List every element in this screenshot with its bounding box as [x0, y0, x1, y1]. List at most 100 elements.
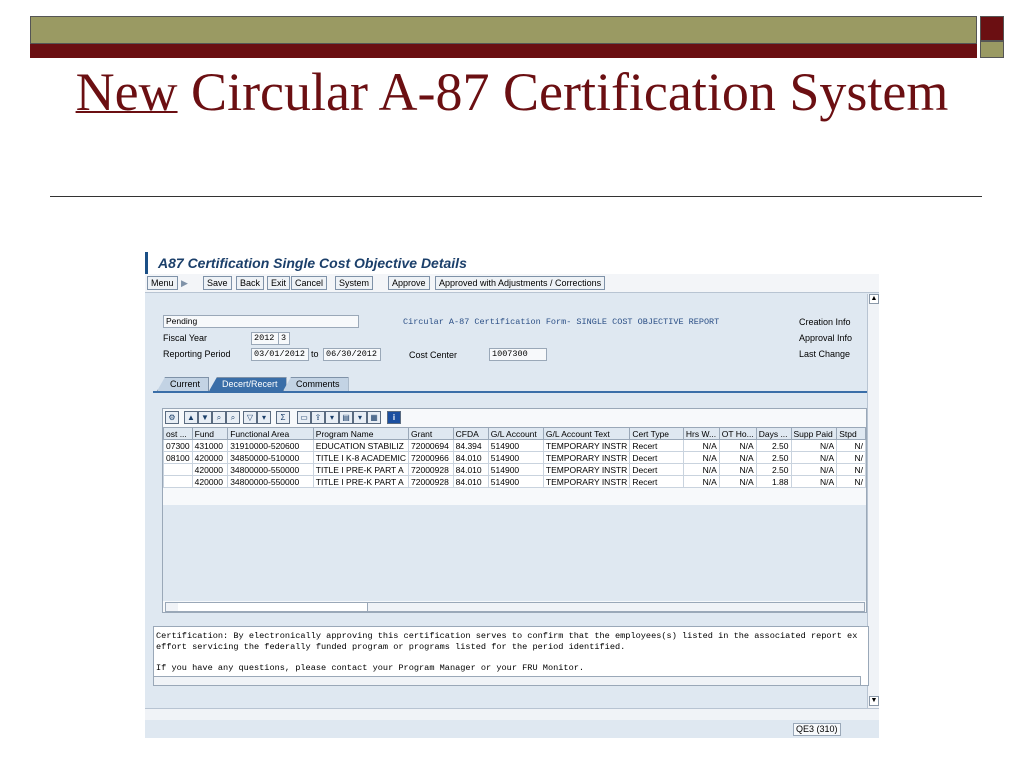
table-cell: TEMPORARY INSTR: [542, 439, 631, 452]
toolbar-separator: ▶: [181, 278, 188, 288]
tab-decert-recert[interactable]: Decert/Recert: [209, 377, 287, 391]
details-icon[interactable]: ⚙: [165, 411, 179, 424]
table-row[interactable]: 07300 431000 31910000-520600 EDUCATION S…: [163, 439, 866, 452]
column-header[interactable]: Stpd: [836, 427, 866, 440]
system-status: QE3 (310): [793, 723, 841, 736]
creation-info-link[interactable]: Creation Info: [799, 316, 851, 328]
table-cell: TEMPORARY INSTR: [542, 463, 631, 476]
info-icon[interactable]: i: [387, 411, 401, 424]
table-cell: 420000: [191, 475, 229, 488]
system-button[interactable]: System: [335, 276, 374, 290]
column-header[interactable]: Program Name: [312, 427, 410, 440]
table-cell: 72000966: [408, 451, 454, 464]
grid-scroll-thumb[interactable]: [178, 603, 368, 611]
last-change-link[interactable]: Last Change: [799, 348, 850, 360]
table-cell: N/A: [682, 439, 720, 452]
export-menu-icon[interactable]: ▾: [325, 411, 339, 424]
fiscal-period-field[interactable]: 3: [278, 332, 290, 345]
exit-button[interactable]: Exit: [267, 276, 291, 290]
approval-info-link[interactable]: Approval Info: [799, 332, 852, 344]
export-icon[interactable]: ⇪: [311, 411, 325, 424]
tab-underline: [153, 391, 867, 393]
table-cell: N/A: [682, 451, 720, 464]
column-header[interactable]: Grant: [408, 427, 454, 440]
layout-menu-icon[interactable]: ▾: [353, 411, 367, 424]
sort-descending-icon[interactable]: ▼: [198, 411, 212, 424]
certification-line-1: Certification: By electronically approvi…: [156, 631, 858, 641]
table-cell: Decert: [629, 463, 684, 476]
table-cell: 431000: [191, 439, 229, 452]
certification-line-2: effort servicing the federally funded pr…: [156, 641, 626, 652]
period-from-field[interactable]: 03/01/2012: [251, 348, 309, 361]
column-header[interactable]: CFDA: [452, 427, 489, 440]
approve-with-adjustments-button[interactable]: Approved with Adjustments / Corrections: [435, 276, 606, 290]
column-header[interactable]: Supp Paid: [790, 427, 838, 440]
table-cell: Decert: [629, 451, 684, 464]
column-header[interactable]: Cert Type: [629, 427, 684, 440]
slide-corner-square: [980, 16, 1004, 41]
scroll-down-arrow-icon[interactable]: ▼: [869, 696, 879, 706]
tab-comments[interactable]: Comments: [283, 377, 349, 391]
table-cell: 2.50: [755, 451, 792, 464]
sum-icon[interactable]: Σ: [276, 411, 290, 424]
title-rule: [50, 196, 982, 197]
find-icon[interactable]: ⌕: [212, 411, 226, 424]
cost-center-label: Cost Center: [409, 350, 458, 360]
grid-view-icon[interactable]: ▦: [367, 411, 381, 424]
column-header[interactable]: OT Ho...: [718, 427, 757, 440]
table-cell: TITLE I PRE-K PART A: [312, 475, 410, 488]
table-cell: Recert: [629, 439, 684, 452]
table-cell: 2.50: [755, 463, 792, 476]
fiscal-year-label: Fiscal Year: [163, 333, 208, 343]
table-cell: Recert: [629, 475, 684, 488]
table-cell: N/A: [790, 451, 838, 464]
tab-current[interactable]: Current: [157, 377, 210, 391]
table-cell: EDUCATION STABILIZ: [312, 439, 410, 452]
sap-title-area: A87 Certification Single Cost Objective …: [145, 252, 879, 274]
column-header[interactable]: G/L Account: [487, 427, 544, 440]
table-cell: [163, 475, 193, 488]
find-next-icon[interactable]: ⌕: [226, 411, 240, 424]
reporting-period-label: Reporting Period: [163, 349, 231, 359]
approve-button[interactable]: Approve: [388, 276, 430, 290]
save-button[interactable]: Save: [203, 276, 232, 290]
slide-top-stripe: [30, 44, 977, 58]
table-cell: TITLE I PRE-K PART A: [312, 463, 410, 476]
column-header[interactable]: Days ...: [755, 427, 792, 440]
table-cell: N/: [836, 463, 866, 476]
cost-center-field[interactable]: 1007300: [489, 348, 547, 361]
filter-icon[interactable]: ▽: [243, 411, 257, 424]
layout-icon[interactable]: ▤: [339, 411, 353, 424]
grid-horizontal-scrollbar[interactable]: [165, 602, 865, 612]
table-row[interactable]: 08100 420000 34850000-510000 TITLE I K-8…: [163, 451, 866, 464]
table-cell: N/A: [682, 463, 720, 476]
column-header[interactable]: ost ...: [163, 427, 193, 440]
table-row[interactable]: 420000 34800000-550000 TITLE I PRE-K PAR…: [163, 463, 866, 476]
menu-button[interactable]: Menu: [147, 276, 178, 290]
column-header[interactable]: G/L Account Text: [542, 427, 631, 440]
form-title: Circular A-87 Certification Form- SINGLE…: [403, 317, 720, 327]
to-label: to: [311, 349, 319, 359]
table-row[interactable]: 420000 34800000-550000 TITLE I PRE-K PAR…: [163, 475, 866, 488]
column-header[interactable]: Functional Area: [227, 427, 314, 440]
period-to-field[interactable]: 06/30/2012: [323, 348, 381, 361]
table-cell: N/A: [790, 439, 838, 452]
scroll-up-arrow-icon[interactable]: ▲: [869, 294, 879, 304]
column-header[interactable]: Hrs W...: [682, 427, 720, 440]
table-cell: 08100: [163, 451, 193, 464]
table-cell: 34850000-510000: [227, 451, 314, 464]
sort-ascending-icon[interactable]: ▲: [184, 411, 198, 424]
filter-menu-icon[interactable]: ▾: [257, 411, 271, 424]
cancel-button[interactable]: Cancel: [291, 276, 328, 290]
fiscal-year-field[interactable]: 2012: [251, 332, 279, 345]
print-preview-icon[interactable]: ▭: [297, 411, 311, 424]
table-cell: 31910000-520600: [227, 439, 314, 452]
table-cell: 514900: [487, 463, 544, 476]
back-button[interactable]: Back: [236, 276, 265, 290]
table-cell: N/A: [718, 451, 757, 464]
certification-scrollbar[interactable]: [153, 676, 861, 686]
column-header[interactable]: Fund: [191, 427, 229, 440]
slide-title: New Circular A-87 Certification System: [60, 62, 964, 122]
table-cell: 72000694: [408, 439, 454, 452]
bottom-scroll-area[interactable]: [145, 708, 879, 720]
